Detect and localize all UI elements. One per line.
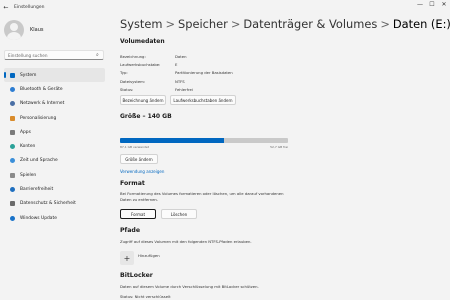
property-value: Daten <box>175 53 187 59</box>
accessibility-icon <box>10 187 15 193</box>
property-row: Dateisystem: NTFS <box>120 77 233 85</box>
account-icon <box>10 144 15 150</box>
property-value: E <box>175 62 178 68</box>
change-drive-letter-button[interactable]: Laufwerksbuchstaben ändern <box>170 95 236 105</box>
close-icon[interactable]: ✕ <box>438 0 450 10</box>
sidebar-item-bluetooth[interactable]: Bluetooth & Geräte <box>4 82 105 96</box>
search-icon[interactable]: ⌕ <box>96 52 99 58</box>
sidebar-item-windows-update[interactable]: Windows Update <box>4 211 105 225</box>
paths-heading: Pfade <box>120 227 141 234</box>
clock-globe-icon <box>10 158 15 164</box>
back-arrow-icon[interactable]: ← <box>0 4 12 11</box>
window-controls: — ☐ ✕ <box>414 0 450 10</box>
breadcrumb-item-disks-volumes[interactable]: Datenträger & Volumes <box>243 17 377 31</box>
breadcrumb-separator: > <box>230 17 241 31</box>
size-heading: Größe – 140 GB <box>120 113 172 120</box>
sidebar-item-accounts[interactable]: Konten <box>4 139 105 153</box>
search-box[interactable]: ⌕ <box>4 50 104 60</box>
property-value: Partitionierung der Basisdaten <box>175 70 233 76</box>
delete-button[interactable]: Löschen <box>161 209 197 219</box>
property-row: Laufwerksbuchstabe: E <box>120 60 233 68</box>
storage-usage-labels: 87,1 GB verwendet 52,7 GB frei <box>120 145 288 149</box>
volumedaten-heading: Volumedaten <box>120 38 165 45</box>
gamepad-icon <box>10 172 15 178</box>
breadcrumb-separator: > <box>380 17 390 31</box>
sidebar-item-label: Datenschutz & Sicherheit <box>20 201 76 207</box>
sidebar-item-label: Personalisierung <box>20 115 57 121</box>
sidebar-item-network[interactable]: Netzwerk & Internet <box>4 97 105 111</box>
window-title: Einstellungen <box>14 4 45 10</box>
sidebar-item-apps[interactable]: Apps <box>4 125 105 139</box>
paths-description: Zugriff auf dieses Volumen mit den folge… <box>120 239 252 244</box>
user-profile[interactable]: Klaus <box>4 20 44 40</box>
sidebar-item-label: System <box>20 72 37 78</box>
bitlocker-heading: BitLocker <box>120 272 153 279</box>
sidebar-item-privacy[interactable]: Datenschutz & Sicherheit <box>4 197 105 211</box>
format-description: Bei Formatierung des Volumes formatieren… <box>120 191 284 202</box>
sidebar-item-label: Konten <box>20 144 36 150</box>
brush-icon <box>10 115 15 121</box>
property-key: Dateisystem: <box>120 78 146 84</box>
volume-properties: Bezeichnung: Daten Laufwerksbuchstabe: E T… <box>120 52 233 94</box>
plus-icon: + <box>123 253 131 263</box>
property-key: Bezeichnung: <box>120 53 146 59</box>
network-icon <box>10 101 15 107</box>
shield-icon <box>10 201 15 207</box>
sidebar: Klaus ⌕ System Bluetooth & Geräte Netzwe… <box>0 14 108 300</box>
property-value: NTFS <box>175 78 185 84</box>
breadcrumb-item-storage[interactable]: Speicher <box>178 17 228 31</box>
rename-button[interactable]: Bezeichnung ändern <box>120 95 166 105</box>
sidebar-item-label: Bluetooth & Geräte <box>20 86 63 92</box>
bluetooth-icon <box>10 86 15 92</box>
property-row: Status: Fehlerfrei <box>120 86 233 94</box>
sidebar-item-gaming[interactable]: Spielen <box>4 168 105 182</box>
sidebar-item-label: Windows Update <box>20 215 57 221</box>
resize-button[interactable]: Größe ändern <box>120 154 158 164</box>
property-row: Bezeichnung: Daten <box>120 52 233 60</box>
property-key: Typ: <box>120 70 128 76</box>
avatar <box>4 20 24 40</box>
breadcrumb-current: Daten (E:) <box>392 17 450 31</box>
search-input[interactable] <box>8 52 96 58</box>
sidebar-item-accessibility[interactable]: Barrierefreiheit <box>4 182 105 196</box>
used-space-label: 87,1 GB verwendet <box>120 145 149 149</box>
free-space-label: 52,7 GB frei <box>270 145 288 149</box>
property-value: Fehlerfrei <box>175 87 193 93</box>
apps-icon <box>10 129 15 135</box>
sidebar-item-label: Spielen <box>20 172 37 178</box>
main-content: System > Speicher > Datenträger & Volumes > Da… <box>119 14 450 300</box>
sidebar-item-time-language[interactable]: Zeit und Sprache <box>4 154 105 168</box>
system-icon <box>10 72 15 78</box>
sidebar-nav: System Bluetooth & Geräte Netzwerk & Int… <box>4 68 105 225</box>
sidebar-item-personalization[interactable]: Personalisierung <box>4 111 105 125</box>
sidebar-item-label: Netzwerk & Internet <box>20 101 65 107</box>
user-name: Klaus <box>30 27 44 33</box>
maximize-icon[interactable]: ☐ <box>426 0 438 10</box>
breadcrumb-separator: > <box>165 17 176 31</box>
sidebar-item-label: Barrierefreiheit <box>20 187 54 193</box>
breadcrumb: System > Speicher > Datenträger & Volumes > Da… <box>120 17 450 31</box>
sidebar-item-label: Apps <box>20 129 31 135</box>
bitlocker-status: Status: Nicht verschlüsselt <box>120 294 171 299</box>
breadcrumb-item-system[interactable]: System <box>120 17 162 31</box>
minimize-icon[interactable]: — <box>414 0 426 10</box>
sidebar-item-system[interactable]: System <box>4 68 105 83</box>
bitlocker-description: Daten auf diesem Volume durch Verschlüss… <box>120 284 259 289</box>
sidebar-item-label: Zeit und Sprache <box>20 158 58 164</box>
update-icon <box>10 215 15 221</box>
format-heading: Format <box>120 180 145 187</box>
show-usage-link[interactable]: Verwendung anzeigen <box>120 169 164 174</box>
storage-usage-bar <box>120 138 288 143</box>
property-key: Status: <box>120 87 134 93</box>
add-path-label[interactable]: Hinzufügen <box>138 253 160 259</box>
title-bar: ← Einstellungen <box>0 0 450 14</box>
property-row: Typ: Partitionierung der Basisdaten <box>120 69 233 77</box>
storage-usage-fill <box>120 138 225 143</box>
add-path-button[interactable]: + <box>120 251 134 265</box>
property-key: Laufwerksbuchstabe: <box>120 62 161 68</box>
format-button[interactable]: Format <box>120 209 156 219</box>
